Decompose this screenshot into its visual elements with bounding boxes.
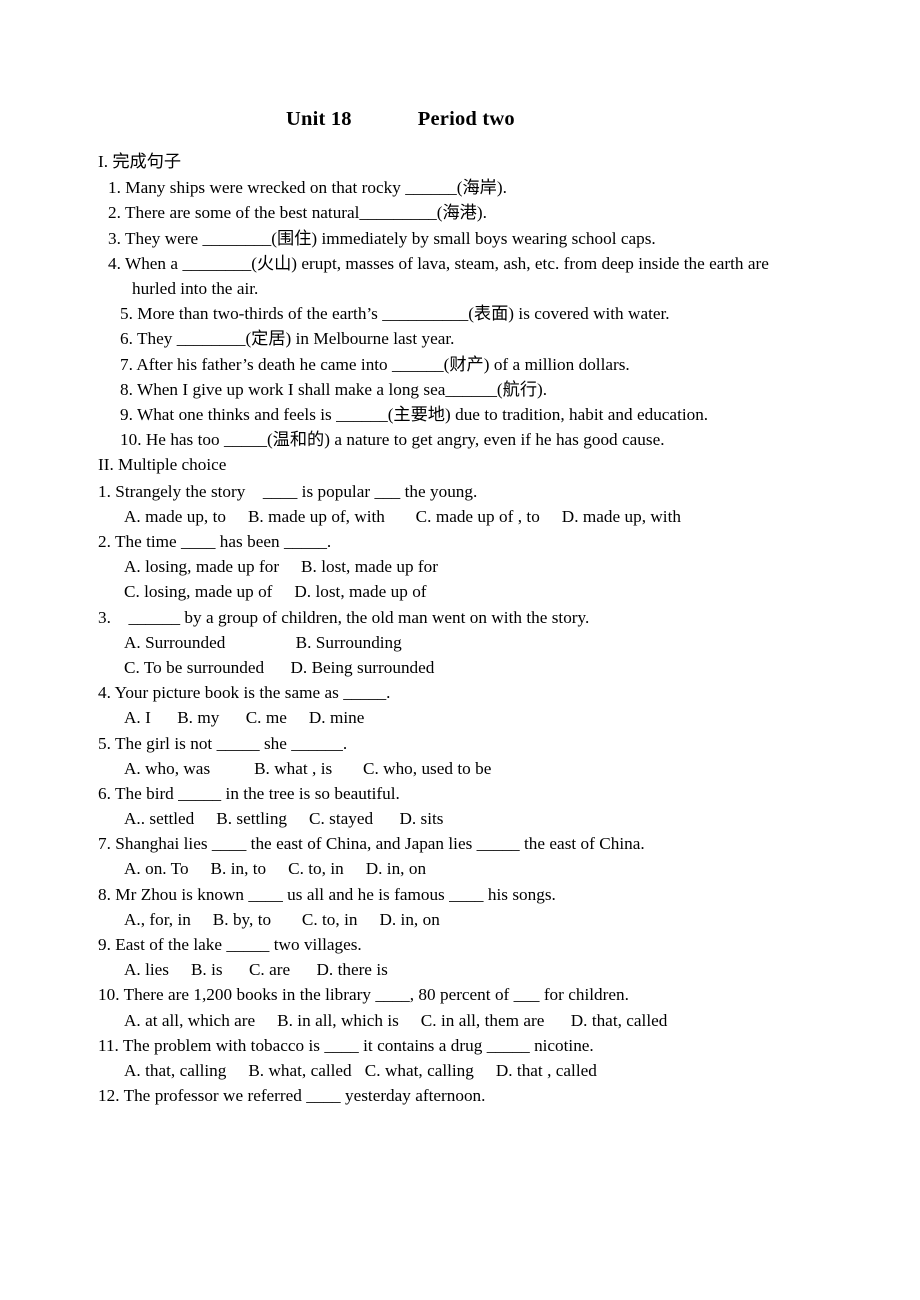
mc-question-6-options-row-1: A.. settled B. settling C. stayed D. sit… <box>124 809 444 829</box>
mc-question-2-options-row-1: A. losing, made up for B. lost, made up … <box>124 557 438 577</box>
mc-question-3-options-row-2: C. To be surrounded D. Being surrounded <box>124 657 435 677</box>
section-one-heading: I. 完成句子 <box>98 152 182 171</box>
mc-question-10-stem: 10. There are 1,200 books in the library… <box>98 985 629 1005</box>
mc-question-12-stem: 12. The professor we referred ____ yeste… <box>98 1086 486 1106</box>
mc-question-8-options-row-1: A., for, in B. by, to C. to, in D. in, o… <box>124 909 440 929</box>
fill-in-item-9: 9. What one thinks and feels is ______(主… <box>120 404 709 424</box>
mc-question-3-stem: 3. ______ by a group of children, the ol… <box>98 607 590 627</box>
fill-in-item-1: 1. Many ships were wrecked on that rocky… <box>108 178 507 198</box>
mc-question-7-stem: 7. Shanghai lies ____ the east of China,… <box>98 834 645 854</box>
document-body: Unit 18 Period two I. 完成句子 1. Many ships … <box>98 108 838 1108</box>
document-page: Unit 18 Period two I. 完成句子 1. Many ships … <box>0 0 920 1300</box>
fill-in-item-10: 10. He has too _____(温和的) a nature to ge… <box>120 430 665 450</box>
mc-question-8-stem: 8. Mr Zhou is known ____ us all and he i… <box>98 884 556 904</box>
fill-in-item-6: 6. They ________(定居) in Melbourne last y… <box>120 329 455 349</box>
mc-question-4-options-row-1: A. I B. my C. me D. mine <box>124 708 365 728</box>
fill-in-item-4-continuation: hurled into the air. <box>132 279 259 299</box>
mc-question-11-options-row-1: A. that, calling B. what, called C. what… <box>124 1060 597 1080</box>
mc-question-6-stem: 6. The bird _____ in the tree is so beau… <box>98 783 400 803</box>
mc-question-3-options-row-1: A. Surrounded B. Surrounding <box>124 632 402 652</box>
mc-question-11-stem: 11. The problem with tobacco is ____ it … <box>98 1035 594 1055</box>
page-title: Unit 18 Period two <box>98 108 838 131</box>
mc-question-5-options-row-1: A. who, was B. what , is C. who, used to… <box>124 758 492 778</box>
mc-question-9-options-row-1: A. lies B. is C. are D. there is <box>124 960 388 980</box>
fill-in-item-4: 4. When a ________(火山) erupt, masses of … <box>108 253 769 273</box>
mc-question-10-options-row-1: A. at all, which are B. in all, which is… <box>124 1010 668 1030</box>
title-unit: Unit 18 <box>286 108 352 130</box>
mc-question-1-stem: 1. Strangely the story ____ is popular _… <box>98 481 478 501</box>
mc-question-4-stem: 4. Your picture book is the same as ____… <box>98 683 391 703</box>
fill-in-item-2: 2. There are some of the best natural___… <box>108 203 487 223</box>
section-two-heading: II. Multiple choice <box>98 455 227 475</box>
mc-question-5-stem: 5. The girl is not _____ she ______. <box>98 733 348 753</box>
mc-question-2-stem: 2. The time ____ has been _____. <box>98 532 332 551</box>
fill-in-item-3: 3. They were ________(围住) immediately by… <box>108 228 656 248</box>
fill-in-item-8: 8. When I give up work I shall make a lo… <box>120 379 548 399</box>
mc-question-9-stem: 9. East of the lake _____ two villages. <box>98 935 362 954</box>
fill-in-item-7: 7. After his father’s death he came into… <box>120 354 630 374</box>
mc-question-1-options-row-1: A. made up, to B. made up of, with C. ma… <box>124 506 681 526</box>
mc-question-7-options-row-1: A. on. To B. in, to C. to, in D. in, on <box>124 859 427 879</box>
mc-question-2-options-row-2: C. losing, made up of D. lost, made up o… <box>124 582 427 602</box>
title-period: Period two <box>417 108 515 130</box>
fill-in-item-5: 5. More than two-thirds of the earth’s _… <box>120 304 670 324</box>
